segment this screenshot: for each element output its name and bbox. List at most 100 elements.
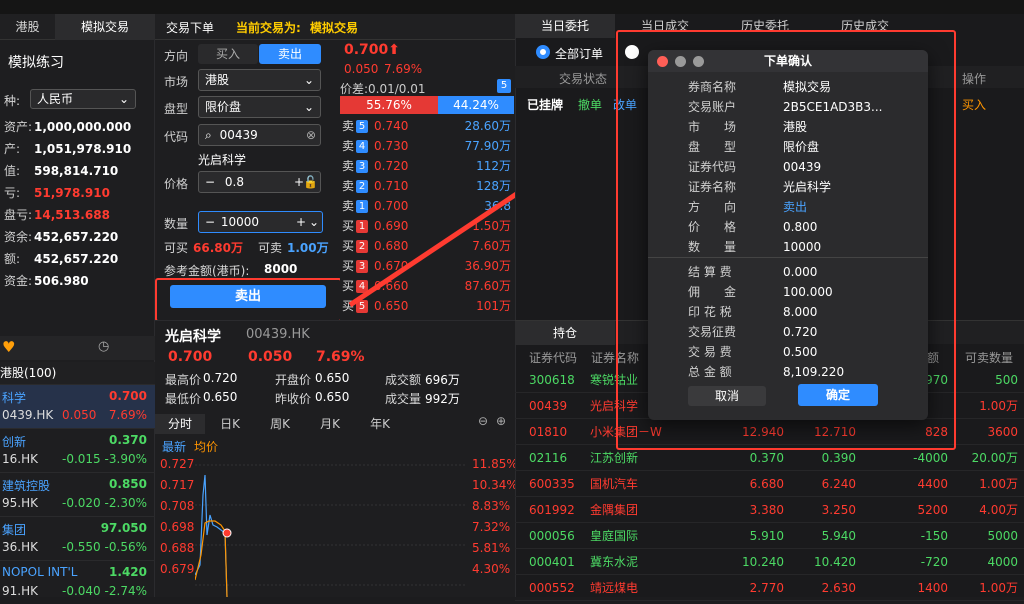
zoom-out-icon[interactable]: ⊖ [478, 414, 488, 428]
chart-y-label: 0.688 [160, 541, 195, 555]
radio-all-orders[interactable] [536, 45, 550, 59]
order-type-value: 限价盘 [205, 100, 242, 114]
tab-positions[interactable]: 持仓 [515, 321, 615, 345]
buy-toggle[interactable]: 买入 [198, 44, 258, 64]
sell-toggle[interactable]: 卖出 [259, 44, 321, 64]
position-name: 冀东水泥 [590, 555, 639, 569]
chart-tab[interactable]: 月K [305, 414, 355, 434]
position-row[interactable]: 000401 冀东水泥 10.240 10.420 -720 4000 [515, 549, 1024, 575]
orders-tab[interactable]: 当日委托 [515, 14, 615, 38]
dialog-row-value: 0.800 [783, 220, 818, 234]
dialog-row-label: 市 场 [688, 120, 737, 134]
position-cost: 2.770 [749, 581, 784, 595]
position-code: 601992 [529, 503, 575, 517]
watch-item-price: 0.850 [109, 477, 147, 491]
dialog-row-label: 券商名称 [688, 80, 737, 94]
cancel-button[interactable]: 取消 [688, 386, 766, 406]
price-label: 价格 [164, 177, 189, 191]
minus-icon[interactable]: − [205, 215, 215, 229]
position-code: 01810 [529, 425, 568, 439]
quantity-stepper[interactable]: − 10000 + ⌄ [198, 211, 323, 233]
chart-pct-label: 5.81% [472, 541, 511, 555]
can-sell-value: 1.00万 [287, 241, 329, 255]
position-pnl: 1400 [917, 581, 948, 595]
chart-tab[interactable]: 周K [255, 414, 305, 434]
dialog-fee-label: 交 易 费 [688, 345, 732, 359]
minus-icon[interactable]: − [205, 175, 215, 189]
volume-value: 992万 [425, 392, 460, 406]
account-row-label: 产: [4, 142, 21, 156]
code-input[interactable]: ⌕ 00439 ⊗ [198, 124, 321, 146]
zoom-in-icon[interactable]: ⊕ [496, 414, 506, 428]
position-code: 300618 [529, 373, 575, 387]
position-row[interactable]: 600335 国机汽车 6.680 6.240 4400 1.00万 [515, 471, 1024, 497]
sell-submit-button[interactable]: 卖出 [170, 285, 326, 308]
order-type-label: 盘型 [164, 102, 189, 116]
account-row-value: 598,814.710 [34, 164, 119, 178]
dialog-row-value: 模拟交易 [783, 80, 832, 94]
status-header: 交易状态 [559, 72, 608, 86]
plus-icon[interactable]: + [296, 212, 306, 232]
clear-icon[interactable]: ⊗ [306, 125, 316, 145]
book-spread: 价差:0.01/0.01 [340, 82, 426, 96]
book-level-badge[interactable]: 5 [497, 79, 511, 93]
chart-tab[interactable]: 日K [205, 414, 255, 434]
clock-icon[interactable]: ◷ [98, 339, 109, 354]
dialog-row-value: 00439 [783, 160, 822, 174]
chart-y-label: 0.727 [160, 457, 195, 471]
watch-item-code: 0439.HK [2, 408, 54, 422]
code-label: 代码 [164, 130, 189, 144]
minimize-window-icon[interactable] [675, 56, 686, 67]
currency-label: 种: [4, 94, 21, 108]
price-stepper[interactable]: − 0.8 + 🔓 [198, 171, 321, 193]
heart-icon[interactable]: ♥ [2, 338, 15, 356]
position-row[interactable]: 000056 皇庭国际 5.910 5.940 -150 5000 [515, 523, 1024, 549]
watch-item[interactable]: 集团 36.HK 97.050 -0.550 -0.56% [0, 516, 155, 560]
market-select[interactable]: 港股 ⌄ [198, 69, 321, 91]
order-type-select[interactable]: 限价盘 ⌄ [198, 96, 321, 118]
watch-item-name: 建筑控股 [2, 479, 51, 493]
watch-item[interactable]: 创新 16.HK 0.370 -0.015 -3.90% [0, 428, 155, 472]
position-row[interactable]: 000552 靖远煤电 2.770 2.630 1400 1.00万 [515, 575, 1024, 601]
close-window-icon[interactable] [657, 56, 668, 67]
lock-icon[interactable]: 🔓 [303, 172, 318, 192]
dialog-fee-row: 结 算 费 0.000 [648, 262, 928, 282]
chart-y-label: 0.679 [160, 562, 195, 576]
dialog-row: 方 向 卖出 [648, 197, 928, 217]
dialog-row-label: 证券代码 [688, 160, 737, 174]
watch-item-price: 1.420 [109, 565, 147, 579]
dialog-fee-label: 印 花 税 [688, 305, 732, 319]
chart-pct-label: 7.32% [472, 520, 511, 534]
chevron-down-icon[interactable]: ⌄ [309, 212, 319, 232]
dialog-fee-label: 交易征费 [688, 325, 737, 339]
watch-item-name: 科学 [2, 391, 27, 405]
account-row-value: 452,657.220 [34, 252, 119, 266]
maximize-window-icon[interactable] [693, 56, 704, 67]
chart-tab[interactable]: 分时 [155, 414, 205, 434]
tab-sim-trade[interactable]: 模拟交易 [55, 14, 155, 40]
position-row[interactable]: 601992 金隅集团 3.380 3.250 5200 4.00万 [515, 497, 1024, 523]
dialog-row: 数 量 10000 [648, 237, 928, 257]
chart-pct-label: 4.30% [472, 562, 511, 576]
watch-item[interactable]: NOPOL INT'L 91.HK 1.420 -0.040 -2.74% [0, 560, 155, 604]
tab-place-order[interactable]: 交易下单 [166, 19, 214, 36]
watch-item[interactable]: 科学 0439.HK 0.700 0.050 7.69% [0, 384, 155, 428]
position-name: 国机汽车 [590, 477, 639, 491]
dialog-row: 交易账户 2B5CE1AD3B3... [648, 97, 928, 117]
dialog-fee-row: 佣 金 100.000 [648, 282, 928, 302]
quantity-label: 数量 [164, 217, 189, 231]
position-price: 6.240 [821, 477, 856, 491]
dialog-fee-value: 0.000 [783, 265, 818, 279]
current-trade-label: 当前交易为: [236, 21, 301, 35]
account-row-value: 452,657.220 [34, 230, 119, 244]
dialog-fee-row: 交易征费 0.720 [648, 322, 928, 342]
currency-select[interactable]: 人民币 ⌄ [30, 89, 136, 109]
cancel-order-link[interactable]: 撤单 [578, 96, 602, 113]
tab-hk-stock[interactable]: 港股 [0, 14, 55, 40]
position-name: 皇庭国际 [590, 529, 639, 543]
chart-tab[interactable]: 年K [355, 414, 405, 434]
confirm-button[interactable]: 确定 [798, 384, 878, 406]
account-row: 亏: 51,978.910 [0, 182, 155, 204]
current-trade-value: 模拟交易 [310, 21, 359, 35]
watch-item[interactable]: 建筑控股 95.HK 0.850 -0.020 -2.30% [0, 472, 155, 516]
